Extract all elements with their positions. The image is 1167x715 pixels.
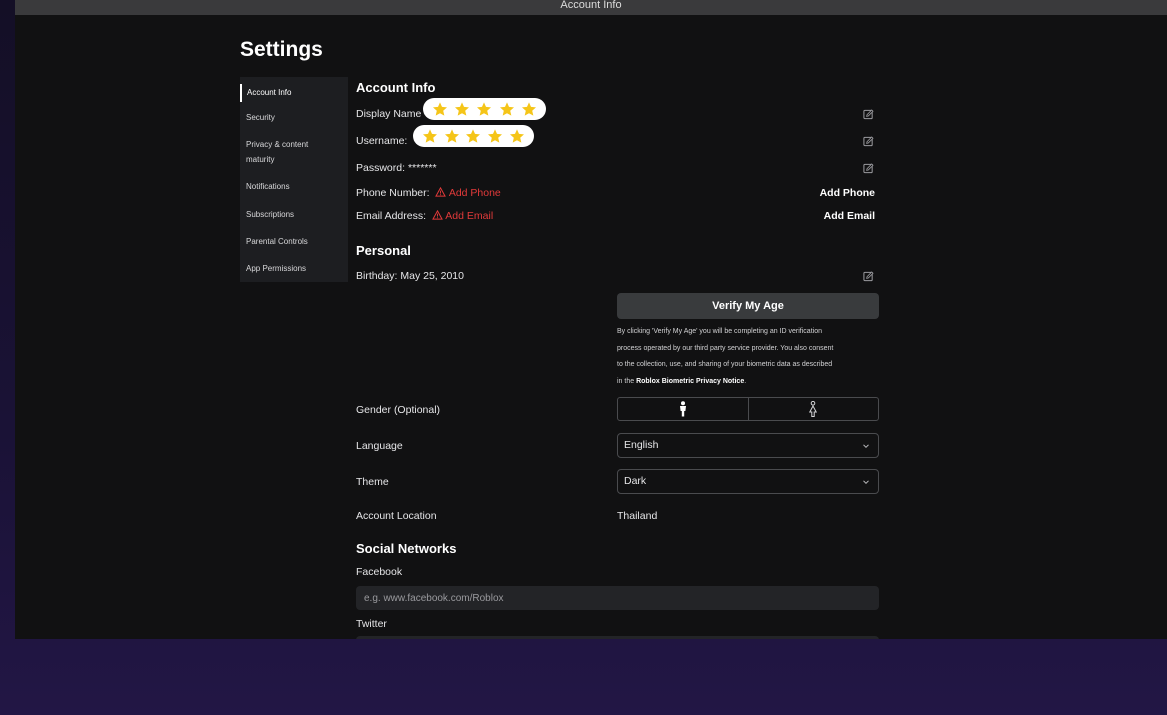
birthday-label: Birthday: — [356, 270, 398, 282]
edit-username-icon[interactable] — [863, 136, 874, 147]
theme-label: Theme — [356, 476, 389, 488]
sidebar-item-privacy-line2[interactable]: maturity — [240, 153, 348, 166]
consent-line: By clicking 'Verify My Age' you will be … — [617, 328, 822, 335]
gender-label: Gender (Optional) — [356, 404, 441, 416]
sidebar-item-privacy[interactable]: Privacy & content — [240, 138, 348, 151]
facebook-input[interactable] — [356, 586, 879, 610]
star-icon — [477, 102, 492, 116]
redaction-stars — [423, 98, 546, 120]
add-email-button[interactable]: Add Email — [824, 210, 875, 222]
phone-row: Phone Number: Add Phone — [356, 186, 501, 199]
personal-heading: Personal — [356, 243, 411, 258]
window-titlebar: Account Info — [15, 0, 1167, 15]
warning-icon — [435, 186, 447, 197]
desktop-background: Account Info Settings Account Info Secur… — [0, 0, 1167, 715]
theme-select[interactable]: Dark — [617, 469, 879, 494]
consent-line: in the Roblox Biometric Privacy Notice. — [617, 374, 879, 391]
star-icon — [433, 102, 448, 116]
star-icon — [455, 102, 470, 116]
page-title: Settings — [240, 38, 323, 61]
gender-female-option[interactable] — [747, 398, 879, 420]
gender-male-option[interactable] — [618, 398, 748, 420]
language-selected-value: English — [624, 439, 659, 451]
phone-label: Phone Number: — [356, 187, 430, 199]
star-icon — [499, 102, 514, 116]
redaction-stars — [413, 125, 534, 147]
consent-line-suffix: . — [744, 377, 747, 385]
password-label: Password: — [356, 162, 406, 174]
sidebar-item-app-permissions[interactable]: App Permissions — [240, 262, 348, 275]
chevron-down-icon — [863, 480, 869, 485]
email-label: Email Address: — [356, 210, 427, 222]
display-name-label: Display Name — [356, 108, 422, 120]
settings-sidebar: Account Info Security Privacy & content … — [240, 77, 348, 282]
account-location-label: Account Location — [356, 510, 437, 522]
edit-birthday-icon[interactable] — [863, 271, 874, 282]
consent-line: to the collection, use, and sharing of y… — [617, 361, 833, 368]
sidebar-item-parental-controls[interactable]: Parental Controls — [240, 235, 348, 248]
add-phone-link[interactable]: Add Phone — [449, 187, 501, 199]
birthday-row: Birthday: May 25, 2010 — [356, 270, 464, 282]
biometric-privacy-notice-link[interactable]: Roblox Biometric Privacy Notice — [636, 378, 744, 385]
settings-window: Account Info Settings Account Info Secur… — [15, 0, 1167, 639]
star-icon — [521, 102, 536, 116]
sidebar-item-notifications[interactable]: Notifications — [240, 180, 348, 193]
female-icon — [809, 401, 818, 417]
star-icon — [466, 129, 481, 143]
twitter-input[interactable] — [356, 636, 879, 639]
star-icon — [444, 129, 459, 143]
account-location-value: Thailand — [617, 510, 658, 522]
window-title: Account Info — [560, 0, 622, 11]
male-icon — [679, 401, 686, 417]
sidebar-item-subscriptions[interactable]: Subscriptions — [240, 208, 348, 221]
account-info-heading: Account Info — [356, 80, 436, 95]
consent-line: process operated by our third party serv… — [617, 344, 834, 352]
social-networks-heading: Social Networks — [356, 541, 457, 556]
consent-line-prefix: in the — [617, 377, 635, 385]
language-label: Language — [356, 440, 403, 452]
add-phone-button[interactable]: Add Phone — [820, 187, 875, 199]
twitter-label: Twitter — [356, 618, 387, 630]
sidebar-item-account-info[interactable]: Account Info — [240, 84, 348, 102]
facebook-label: Facebook — [356, 566, 403, 578]
theme-selected-value: Dark — [624, 475, 647, 487]
password-row: Password: ******* — [356, 162, 437, 174]
star-icon — [422, 129, 437, 143]
language-select[interactable]: English — [617, 433, 879, 458]
warning-icon — [432, 209, 443, 220]
gender-selector — [617, 397, 879, 421]
star-icon — [488, 129, 503, 143]
username-label: Username: — [356, 135, 408, 147]
birthday-value: May 25, 2010 — [400, 270, 464, 282]
edit-password-icon[interactable] — [863, 163, 874, 174]
verify-my-age-button[interactable]: Verify My Age — [617, 293, 879, 319]
edit-display-name-icon[interactable] — [863, 109, 874, 120]
add-email-link[interactable]: Add Email — [445, 210, 493, 222]
verification-consent-text: By clicking 'Verify My Age' you will be … — [617, 324, 879, 390]
chevron-down-icon — [863, 444, 869, 449]
star-icon — [510, 129, 525, 143]
sidebar-item-security[interactable]: Security — [240, 111, 348, 124]
email-row: Email Address: Add Email — [356, 209, 493, 222]
password-value: ******* — [407, 162, 437, 174]
